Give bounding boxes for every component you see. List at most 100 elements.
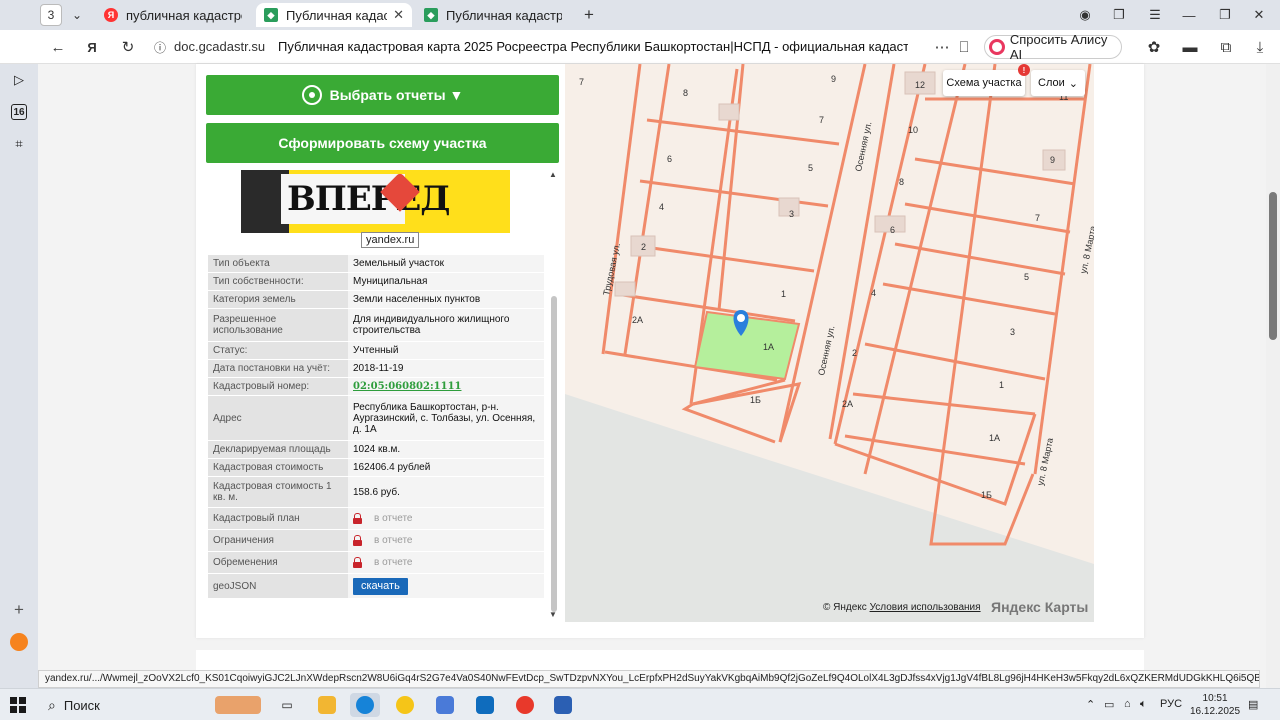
tray-volume-icon[interactable]: 🔈︎: [1140, 698, 1147, 711]
chevron-down-icon[interactable]: ⌄: [68, 4, 86, 26]
yandex-maps-logo[interactable]: Яндекс Карты: [991, 599, 1088, 615]
target-icon: [301, 85, 322, 105]
svg-text:8: 8: [899, 177, 904, 187]
reload-icon[interactable]: ↻: [118, 37, 138, 57]
tray-keyboard-icon[interactable]: ▭: [1104, 698, 1114, 711]
input-language[interactable]: РУС: [1160, 698, 1182, 710]
scheme-button-label: Схема участка: [946, 77, 1022, 89]
tab-counter[interactable]: 3: [40, 4, 62, 26]
profile-icon[interactable]: ◉: [1068, 4, 1102, 26]
ask-alice-label: Спросить Алису AI: [1009, 32, 1108, 62]
row-key: Обременения: [208, 552, 348, 573]
more-icon[interactable]: ⋯: [932, 37, 952, 57]
yandex-icon[interactable]: [510, 693, 540, 717]
page-content: Выбрать отчеты ▼ Сформировать схему учас…: [38, 64, 1280, 690]
outlook-icon[interactable]: [470, 693, 500, 717]
extension-icon[interactable]: ✿: [1144, 37, 1164, 57]
add-icon[interactable]: +: [9, 600, 29, 620]
choose-reports-button[interactable]: Выбрать отчеты ▼: [206, 75, 559, 115]
close-window-icon[interactable]: ✕: [1242, 4, 1276, 26]
badge-counter[interactable]: 16: [9, 102, 29, 122]
store-icon[interactable]: [430, 693, 460, 717]
windows-start-icon[interactable]: [10, 697, 26, 713]
mail-icon[interactable]: [9, 632, 29, 652]
page-scrollbar[interactable]: [1266, 64, 1280, 688]
tray-chevron-icon[interactable]: ⌃: [1086, 698, 1095, 711]
taskbar-search[interactable]: ⌕ Поиск: [40, 693, 208, 717]
svg-text:9: 9: [831, 74, 836, 84]
cadastral-map[interactable]: 789 675 432 1 2А 1А 1Б 12 11 10 987 654 321 …: [565, 64, 1094, 622]
table-row: geoJSON скачать: [208, 574, 544, 598]
collections-icon[interactable]: ❐: [1102, 4, 1136, 26]
tab-label: Публичная кадастрова: [286, 7, 388, 23]
download-geojson-button[interactable]: скачать: [353, 577, 408, 595]
restore-icon[interactable]: ❐: [1208, 4, 1242, 26]
scheme-button[interactable]: Схема участка: [943, 70, 1025, 96]
svg-text:9: 9: [1050, 155, 1055, 165]
scroll-down-icon[interactable]: ▼: [549, 610, 557, 619]
row-value: в отчете: [374, 557, 413, 569]
ask-alice-button[interactable]: Спросить Алису AI: [984, 32, 1122, 62]
terms-link[interactable]: Условия использования: [870, 602, 981, 613]
svg-text:3: 3: [789, 209, 794, 219]
svg-text:1А: 1А: [763, 342, 774, 352]
row-value: в отчете: [374, 513, 413, 525]
bookmark-icon[interactable]: ⎕: [954, 37, 974, 57]
yandex-logo-icon[interactable]: Я: [82, 37, 102, 57]
svg-text:1А: 1А: [989, 433, 1000, 443]
table-row: Кадастровая стоимость 1 кв. м. 158.6 руб.: [208, 477, 544, 507]
row-key: Кадастровая стоимость: [208, 459, 348, 476]
row-value: Учтенный: [348, 342, 544, 359]
play-icon[interactable]: ▷: [9, 70, 29, 90]
row-key: Тип собственности:: [208, 273, 348, 290]
extensions-icon[interactable]: ⧉: [1216, 37, 1236, 57]
taskbar-clock[interactable]: 10:51 16.12.2025: [1190, 692, 1240, 718]
word-icon[interactable]: [548, 693, 578, 717]
panel-scrollbar[interactable]: [551, 296, 557, 612]
row-key: Статус:: [208, 342, 348, 359]
menu-icon[interactable]: ☰: [1138, 4, 1172, 26]
cadastral-number-link[interactable]: 02:05:060802:1111: [353, 381, 462, 392]
close-tab-icon[interactable]: ✕: [393, 7, 404, 23]
svg-text:1Б: 1Б: [750, 395, 761, 405]
row-key: Дата постановки на учёт:: [208, 360, 348, 377]
tab-1[interactable]: Я публичная кадастровая к: [96, 3, 250, 27]
map-canvas[interactable]: 789 675 432 12А1А 1Б 121110 987 654 321 …: [565, 64, 1094, 622]
table-row: Статус: Учтенный: [208, 342, 544, 359]
search-label: Поиск: [63, 697, 100, 713]
svg-text:6: 6: [890, 225, 895, 235]
svg-text:1Б: 1Б: [981, 490, 992, 500]
yandex-browser-icon[interactable]: [390, 693, 420, 717]
scroll-up-icon[interactable]: ▲: [549, 170, 557, 179]
task-view-icon[interactable]: ▭: [272, 693, 302, 717]
table-row: Дата постановки на учёт: 2018-11-19: [208, 360, 544, 377]
screenshot-icon[interactable]: ⌗: [9, 134, 29, 154]
row-key: Тип объекта: [208, 255, 348, 272]
hat-icon[interactable]: ▬: [1180, 37, 1200, 57]
file-explorer-icon[interactable]: [312, 693, 342, 717]
url-domain[interactable]: doc.gcadastr.su: [174, 39, 265, 54]
ad-banner[interactable]: ВПЕРЕД: [241, 170, 510, 233]
edge-icon[interactable]: [350, 693, 380, 717]
url-page-title[interactable]: Публичная кадастровая карта 2025 Росреес…: [278, 39, 908, 54]
site-info-icon[interactable]: ⓘ: [150, 37, 170, 57]
tray-network-icon[interactable]: ⌂: [1124, 698, 1131, 710]
make-scheme-button[interactable]: Сформировать схему участка: [206, 123, 559, 163]
notifications-icon[interactable]: ▤: [1248, 698, 1258, 711]
street-label: ул. 8 Марта: [1078, 225, 1094, 275]
page-favicon-icon: ◆: [264, 8, 278, 22]
town-widget-icon[interactable]: [214, 693, 262, 717]
lock-icon: [353, 534, 362, 546]
back-icon[interactable]: ←: [48, 37, 68, 57]
layers-button[interactable]: Слои ⌄: [1031, 70, 1085, 96]
download-icon[interactable]: ⤓: [1250, 37, 1270, 57]
tab-2[interactable]: ◆ Публичная кадастрова ✕: [256, 3, 412, 27]
table-row: Адрес Республика Башкортостан, р-н. Аурга…: [208, 396, 544, 440]
new-tab-icon[interactable]: +: [578, 4, 600, 26]
minimize-icon[interactable]: —: [1172, 4, 1206, 26]
svg-text:10: 10: [908, 125, 918, 135]
row-key: Разрешенное использование: [208, 309, 348, 341]
tab-3[interactable]: ◆ Публичная кадастровая к: [416, 3, 570, 27]
row-value: 1024 кв.м.: [348, 441, 544, 458]
browser-tab-bar: ◷ 3 ⌄ Я публичная кадастровая к ◆ Публич…: [0, 0, 1280, 30]
